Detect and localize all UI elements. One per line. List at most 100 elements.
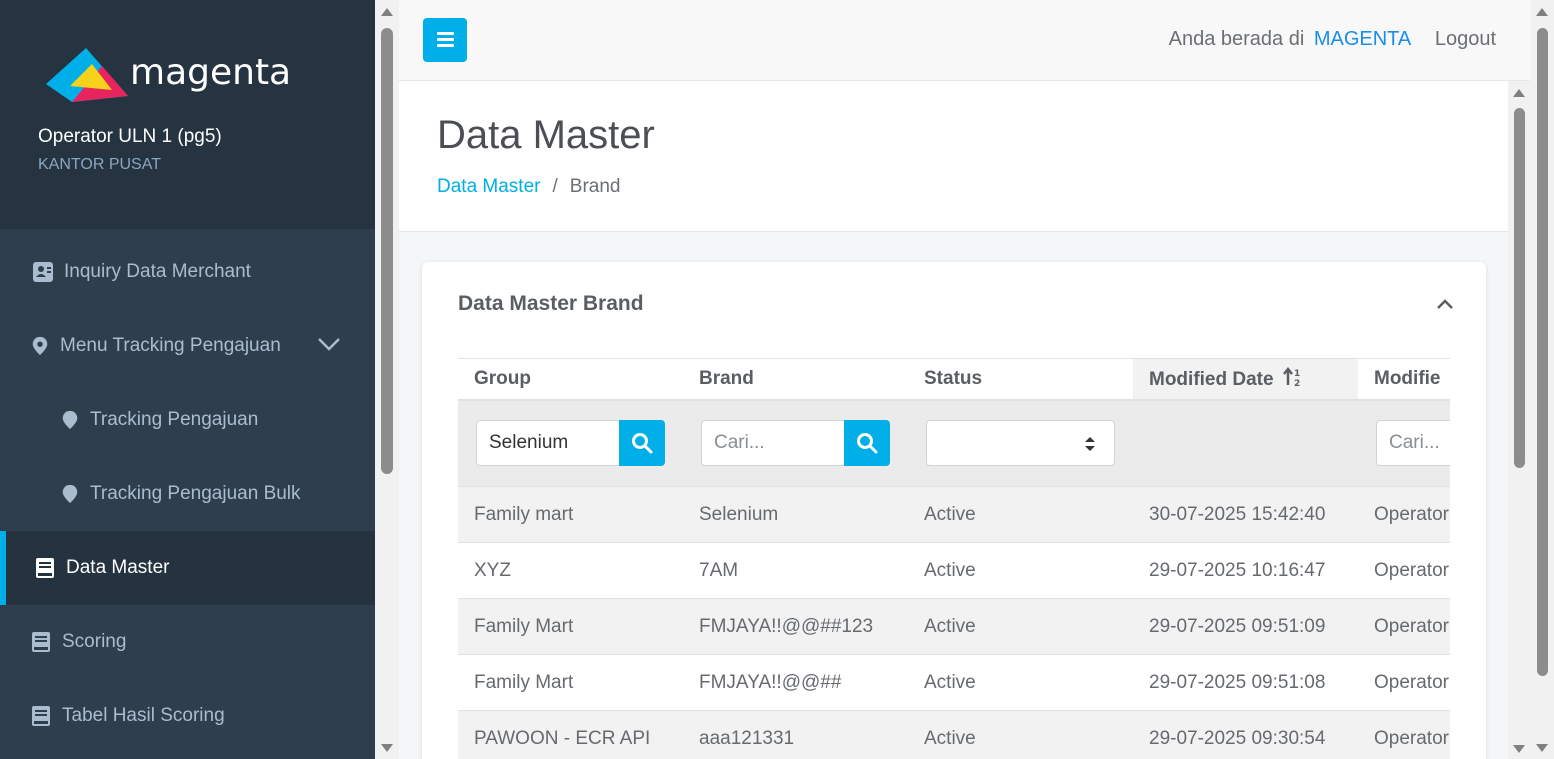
book-icon <box>32 706 50 726</box>
card-title: Data Master Brand <box>458 292 644 315</box>
logout-link[interactable]: Logout <box>1435 28 1496 50</box>
scrollbar-thumb[interactable] <box>1537 28 1548 676</box>
topbar: Anda berada di MAGENTA Logout <box>399 0 1530 81</box>
content-scrollbar[interactable] <box>1508 81 1531 759</box>
page-title: Data Master <box>437 113 655 157</box>
chevron-up-icon[interactable] <box>1436 298 1454 310</box>
cell-modified-date: 29-07-2025 09:51:09 <box>1133 598 1358 655</box>
cell-modified-by: Operator <box>1358 542 1450 599</box>
chevron-down-icon[interactable] <box>317 336 341 352</box>
status-select[interactable] <box>926 420 1115 467</box>
cell-status: Active <box>908 486 1133 543</box>
search-icon <box>632 433 653 454</box>
brand-search-button[interactable] <box>844 420 890 467</box>
group-search-button[interactable] <box>619 420 665 467</box>
magenta-logo[interactable]: magenta <box>42 46 302 104</box>
column-header-modified-by[interactable]: Modifie <box>1358 358 1450 401</box>
location-name-link[interactable]: MAGENTA <box>1314 28 1411 50</box>
scroll-up-icon[interactable] <box>1513 89 1525 97</box>
modified-by-search-input[interactable] <box>1376 420 1450 467</box>
breadcrumb-current: Brand <box>569 176 621 197</box>
table-row[interactable]: Family Mart FMJAYA!!@@##123 Active 29-07… <box>458 598 1450 655</box>
brand-search-input[interactable] <box>701 420 844 467</box>
breadcrumb-separator: / <box>552 176 558 197</box>
cell-status: Active <box>908 710 1133 759</box>
svg-text:2: 2 <box>1294 379 1300 387</box>
sidebar-item-menu-tracking-pengajuan[interactable]: Menu Tracking Pengajuan <box>0 309 375 383</box>
cell-modified-by: Operator <box>1358 598 1450 655</box>
cell-modified-by: Operator <box>1358 486 1450 543</box>
book-icon <box>36 558 54 578</box>
cell-brand: Selenium <box>683 486 908 543</box>
scrollbar-thumb[interactable] <box>1514 108 1525 468</box>
sidebar-item-label: Inquiry Data Merchant <box>64 261 251 282</box>
cell-modified-by: Operator <box>1358 710 1450 759</box>
logo-mark-icon <box>46 48 128 102</box>
cell-group: Family Mart <box>458 654 683 711</box>
table-row[interactable]: Family Mart FMJAYA!!@@## Active 29-07-20… <box>458 654 1450 711</box>
sidebar-item-label: Scoring <box>62 631 127 652</box>
menu-toggle-button[interactable] <box>423 18 467 62</box>
table-row[interactable]: Family mart Selenium Active 30-07-2025 1… <box>458 486 1450 543</box>
table-row[interactable]: XYZ 7AM Active 29-07-2025 10:16:47 Opera… <box>458 542 1450 599</box>
breadcrumb: Data Master / Brand <box>437 176 620 198</box>
scroll-down-icon[interactable] <box>381 744 393 752</box>
filter-row <box>458 399 1450 487</box>
cell-modified-by: Operator <box>1358 654 1450 711</box>
sidebar-item-scoring[interactable]: Scoring <box>0 605 375 679</box>
scroll-up-icon[interactable] <box>381 8 393 16</box>
cell-status: Active <box>908 598 1133 655</box>
scroll-up-icon[interactable] <box>1536 8 1548 16</box>
cell-brand: 7AM <box>683 542 908 599</box>
filter-cell-group <box>458 399 683 487</box>
svg-text:1: 1 <box>1294 369 1300 379</box>
sidebar-item-tracking-pengajuan[interactable]: Tracking Pengajuan <box>0 383 375 457</box>
sidebar-scrollbar[interactable] <box>375 0 399 759</box>
sidebar-item-data-master[interactable]: Data Master <box>0 531 375 605</box>
user-office: KANTOR PUSAT <box>38 156 161 173</box>
group-search-field <box>476 420 665 467</box>
scrollbar-thumb[interactable] <box>381 28 393 474</box>
sidebar-item-label: Menu Tracking Pengajuan <box>60 335 281 356</box>
brand-table: Group Brand Status Modified Date 1 2 Mod… <box>458 358 1450 759</box>
sidebar-item-tabel-hasil-scoring[interactable]: Tabel Hasil Scoring <box>0 679 375 753</box>
map-pin-icon <box>32 336 48 356</box>
map-pin-icon <box>62 484 78 504</box>
scroll-down-icon[interactable] <box>1513 745 1525 753</box>
sort-ascending-icon: 1 2 <box>1282 366 1300 389</box>
brand-table-container: Group Brand Status Modified Date 1 2 Mod… <box>458 358 1450 759</box>
brand-search-field <box>701 420 890 467</box>
cell-brand: FMJAYA!!@@## <box>683 654 908 711</box>
location-prefix: Anda berada di <box>1168 28 1305 50</box>
filter-cell-modified-date <box>1133 399 1358 487</box>
column-header-brand[interactable]: Brand <box>683 358 908 401</box>
sidebar-item-tracking-pengajuan-bulk[interactable]: Tracking Pengajuan Bulk <box>0 457 375 531</box>
sidebar-item-label: Tracking Pengajuan <box>90 409 259 430</box>
column-header-status[interactable]: Status <box>908 358 1133 401</box>
filter-cell-brand <box>683 399 908 487</box>
filter-cell-modified-by <box>1358 399 1450 487</box>
cell-modified-date: 29-07-2025 09:30:54 <box>1133 710 1358 759</box>
scroll-down-icon[interactable] <box>1536 744 1548 752</box>
cell-modified-date: 29-07-2025 09:51:08 <box>1133 654 1358 711</box>
search-icon <box>857 433 878 454</box>
cell-brand: aaa121331 <box>683 710 908 759</box>
sidebar: magenta Operator ULN 1 (pg5) KANTOR PUSA… <box>0 0 375 759</box>
page-scrollbar[interactable] <box>1531 0 1554 759</box>
table-row[interactable]: PAWOON - ECR API aaa121331 Active 29-07-… <box>458 710 1450 759</box>
table-header-row: Group Brand Status Modified Date 1 2 Mod… <box>458 358 1450 401</box>
cell-group: Family mart <box>458 486 683 543</box>
cell-group: PAWOON - ECR API <box>458 710 683 759</box>
user-name: Operator ULN 1 (pg5) <box>38 126 222 147</box>
cell-brand: FMJAYA!!@@##123 <box>683 598 908 655</box>
column-header-group[interactable]: Group <box>458 358 683 401</box>
column-header-modified-date[interactable]: Modified Date 1 2 <box>1133 358 1358 401</box>
sidebar-item-inquiry-data-merchant[interactable]: Inquiry Data Merchant <box>0 235 375 309</box>
sidebar-header: magenta Operator ULN 1 (pg5) KANTOR PUSA… <box>0 0 375 229</box>
id-card-icon <box>33 262 53 282</box>
cell-modified-date: 29-07-2025 10:16:47 <box>1133 542 1358 599</box>
cell-group: XYZ <box>458 542 683 599</box>
book-icon <box>32 632 50 652</box>
group-search-input[interactable] <box>476 420 619 467</box>
breadcrumb-link-data-master[interactable]: Data Master <box>437 176 540 197</box>
